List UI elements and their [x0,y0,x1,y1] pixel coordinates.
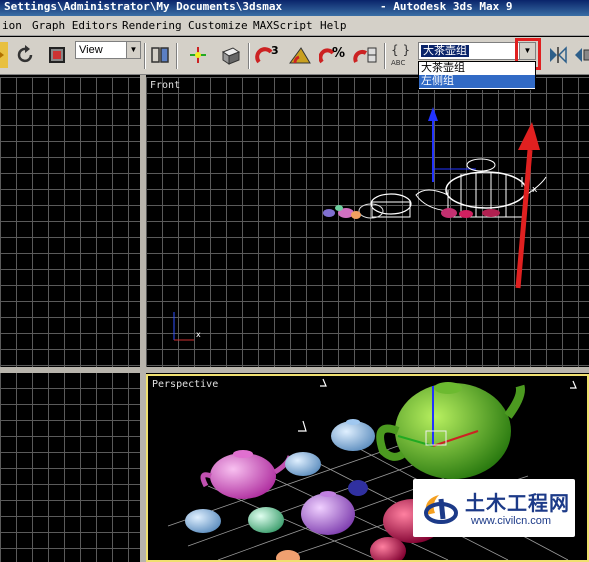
svg-text:ABC: ABC [391,59,405,67]
chevron-down-icon[interactable]: ▼ [126,42,140,58]
annotation-arrow-icon [515,122,540,289]
menu-bar: ion Graph Editors Rendering Customize MA… [0,16,589,36]
selection-set-dropdown-list: 大茶壶组 左侧组 [418,61,536,90]
move-gizmo-icon[interactable] [186,42,210,68]
selection-set-value: 大茶壶组 [421,45,469,57]
svg-text:{ }: { } [391,43,410,57]
menu-item-animation[interactable]: ion [0,16,24,36]
menu-item-graph-editors[interactable]: Graph Editors [30,16,120,36]
select-region-icon[interactable] [45,42,69,68]
select-arrow-icon[interactable] [0,42,8,68]
viewport-top[interactable] [0,77,140,367]
viewport-splitter-vertical[interactable] [140,75,146,562]
reference-coord-dropdown[interactable]: View ▼ [75,41,141,59]
watermark-title: 土木工程网 [465,491,570,515]
toolbar-separator [144,43,146,69]
mirror-icon[interactable] [546,42,570,68]
svg-text:%: % [332,46,345,61]
render-box-icon[interactable] [218,42,242,68]
menu-item-rendering[interactable]: Rendering [120,16,184,36]
viewport-left[interactable] [0,372,140,562]
undo-rotate-icon[interactable] [14,42,38,68]
svg-text:x: x [196,330,201,339]
watermark: 土木工程网 www.civilcn.com [413,479,575,537]
angle-snap-icon[interactable] [286,42,314,68]
toolbar-separator [384,43,386,69]
window-title-bar: Settings\Administrator\My Documents\3dsm… [0,0,589,16]
menu-item-maxscript[interactable]: MAXScript [251,16,315,36]
app-title: - Autodesk 3ds Max 9 [380,0,513,13]
toolbar-separator [176,43,178,69]
mirror-object-icon[interactable] [148,42,172,68]
selection-set-option-highlighted[interactable]: 左侧组 [419,75,535,88]
svg-text:3: 3 [271,44,279,57]
percent-snap-icon[interactable]: % [318,42,346,68]
menu-item-customize[interactable]: Customize [186,16,250,36]
menu-item-help[interactable]: Help [318,16,349,36]
toolbar-separator [248,43,250,69]
selection-set-option[interactable]: 大茶壶组 [419,62,535,75]
viewport-splitter-horizontal[interactable] [0,367,589,373]
watermark-url: www.civilcn.com [471,515,552,527]
title-path: Settings\Administrator\My Documents\3dsm… [4,0,283,13]
reference-coord-value: View [79,44,103,56]
align-icon[interactable] [570,42,589,68]
civilcn-logo-icon [424,495,458,524]
named-selection-icon[interactable]: { } ABC [388,42,416,68]
spinner-snap-icon[interactable] [352,42,380,68]
snap-3-icon[interactable]: 3 [254,42,282,68]
